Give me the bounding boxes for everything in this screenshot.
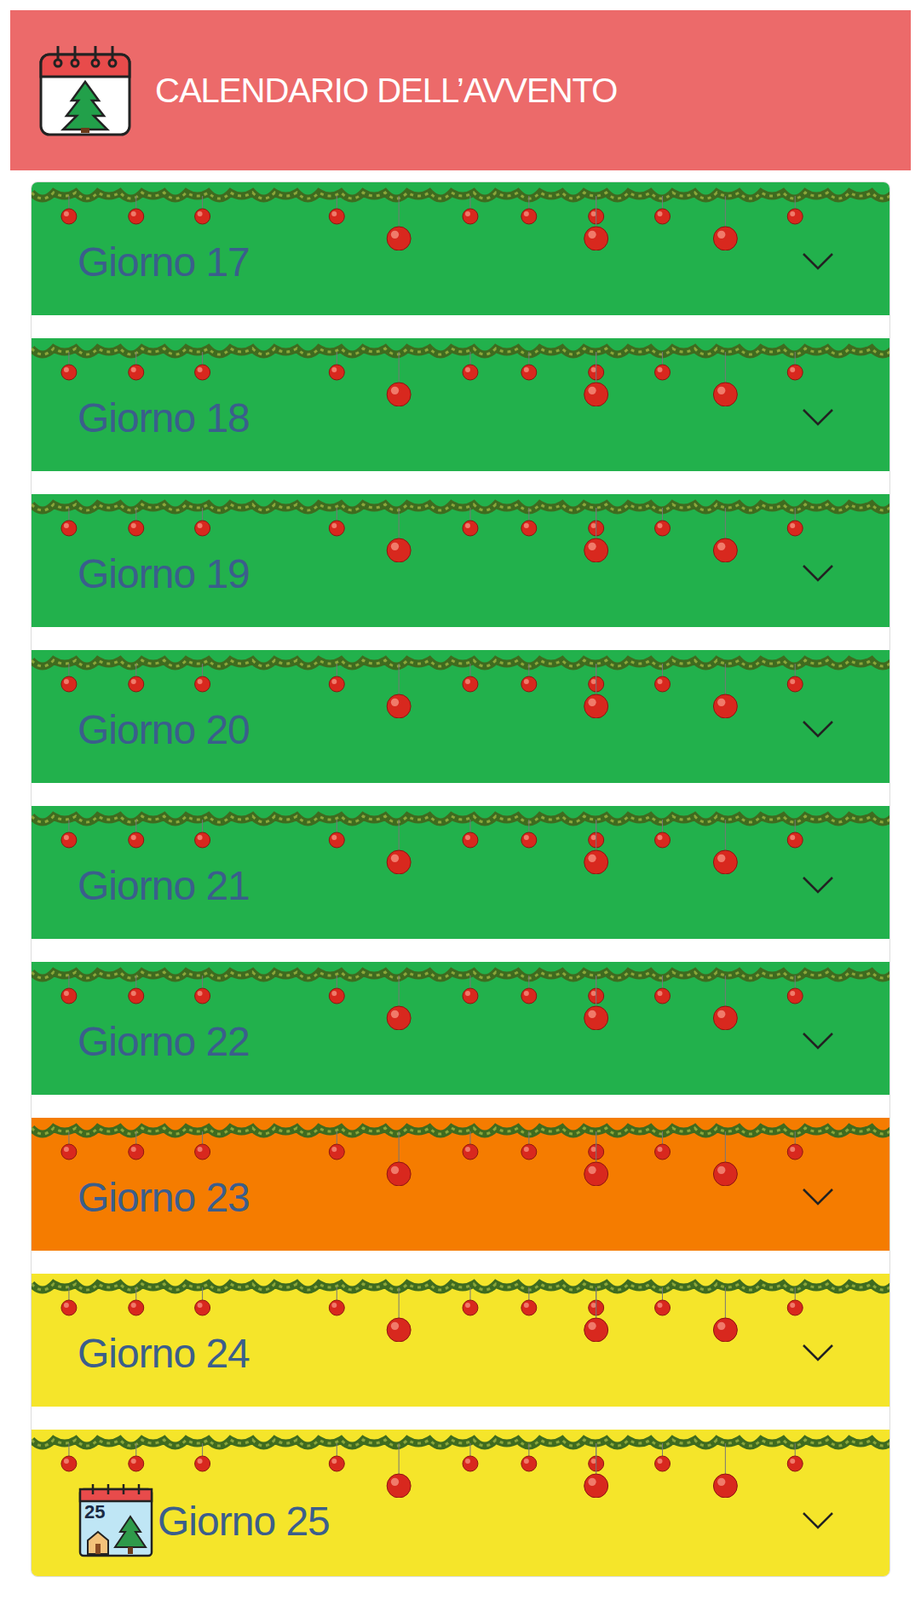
- icon-day-number: 25: [84, 1501, 105, 1524]
- row-gap: [31, 782, 890, 806]
- calendar-tree-icon: [37, 42, 133, 139]
- row-gap: [31, 1094, 890, 1118]
- day-row[interactable]: Giorno 23: [31, 1117, 890, 1251]
- row-gap: [31, 471, 890, 495]
- row-gap: [31, 315, 890, 339]
- chevron-down-icon[interactable]: [800, 1186, 835, 1208]
- day-row[interactable]: Giorno 21: [31, 805, 890, 939]
- chevron-down-icon[interactable]: [800, 251, 835, 272]
- day-label[interactable]: Giorno 21: [77, 862, 250, 910]
- day-row[interactable]: Giorno 18: [31, 338, 890, 472]
- day-row[interactable]: Giorno 19: [31, 494, 890, 628]
- day-row[interactable]: 25 Giorno 25: [31, 1429, 890, 1577]
- day-label[interactable]: Giorno 25: [157, 1497, 330, 1545]
- day-row[interactable]: Giorno 20: [31, 650, 890, 783]
- day-label[interactable]: Giorno 17: [77, 238, 250, 286]
- day-label[interactable]: Giorno 20: [77, 706, 250, 754]
- day-row[interactable]: Giorno 24: [31, 1273, 890, 1407]
- chevron-down-icon[interactable]: [800, 1510, 835, 1532]
- day-row[interactable]: Giorno 22: [31, 961, 890, 1095]
- app-title: CALENDARIO DELL’AVVENTO: [155, 71, 617, 110]
- day-label[interactable]: Giorno 24: [77, 1329, 250, 1377]
- row-gap: [31, 627, 890, 651]
- day-label[interactable]: Giorno 22: [77, 1018, 250, 1065]
- day-row[interactable]: Giorno 17: [31, 182, 890, 316]
- day-label[interactable]: Giorno 18: [77, 394, 250, 442]
- day-label[interactable]: Giorno 23: [77, 1174, 250, 1221]
- day-label[interactable]: Giorno 19: [77, 550, 250, 598]
- christmas-calendar-icon: 25: [77, 1482, 155, 1560]
- chevron-down-icon[interactable]: [800, 1030, 835, 1052]
- chevron-down-icon[interactable]: [800, 407, 835, 428]
- row-gap: [31, 1406, 890, 1430]
- row-gap: [31, 1250, 890, 1274]
- chevron-down-icon[interactable]: [800, 1342, 835, 1364]
- chevron-down-icon[interactable]: [800, 719, 835, 740]
- chevron-down-icon[interactable]: [800, 874, 835, 896]
- app-header: CALENDARIO DELL’AVVENTO: [10, 10, 911, 171]
- row-gap: [31, 938, 890, 962]
- advent-list: Giorno 17 Giorno 18 Giorno 19 Giorno 20 Gior…: [30, 181, 891, 1578]
- chevron-down-icon[interactable]: [800, 563, 835, 584]
- garland-decoration: [31, 1429, 890, 1498]
